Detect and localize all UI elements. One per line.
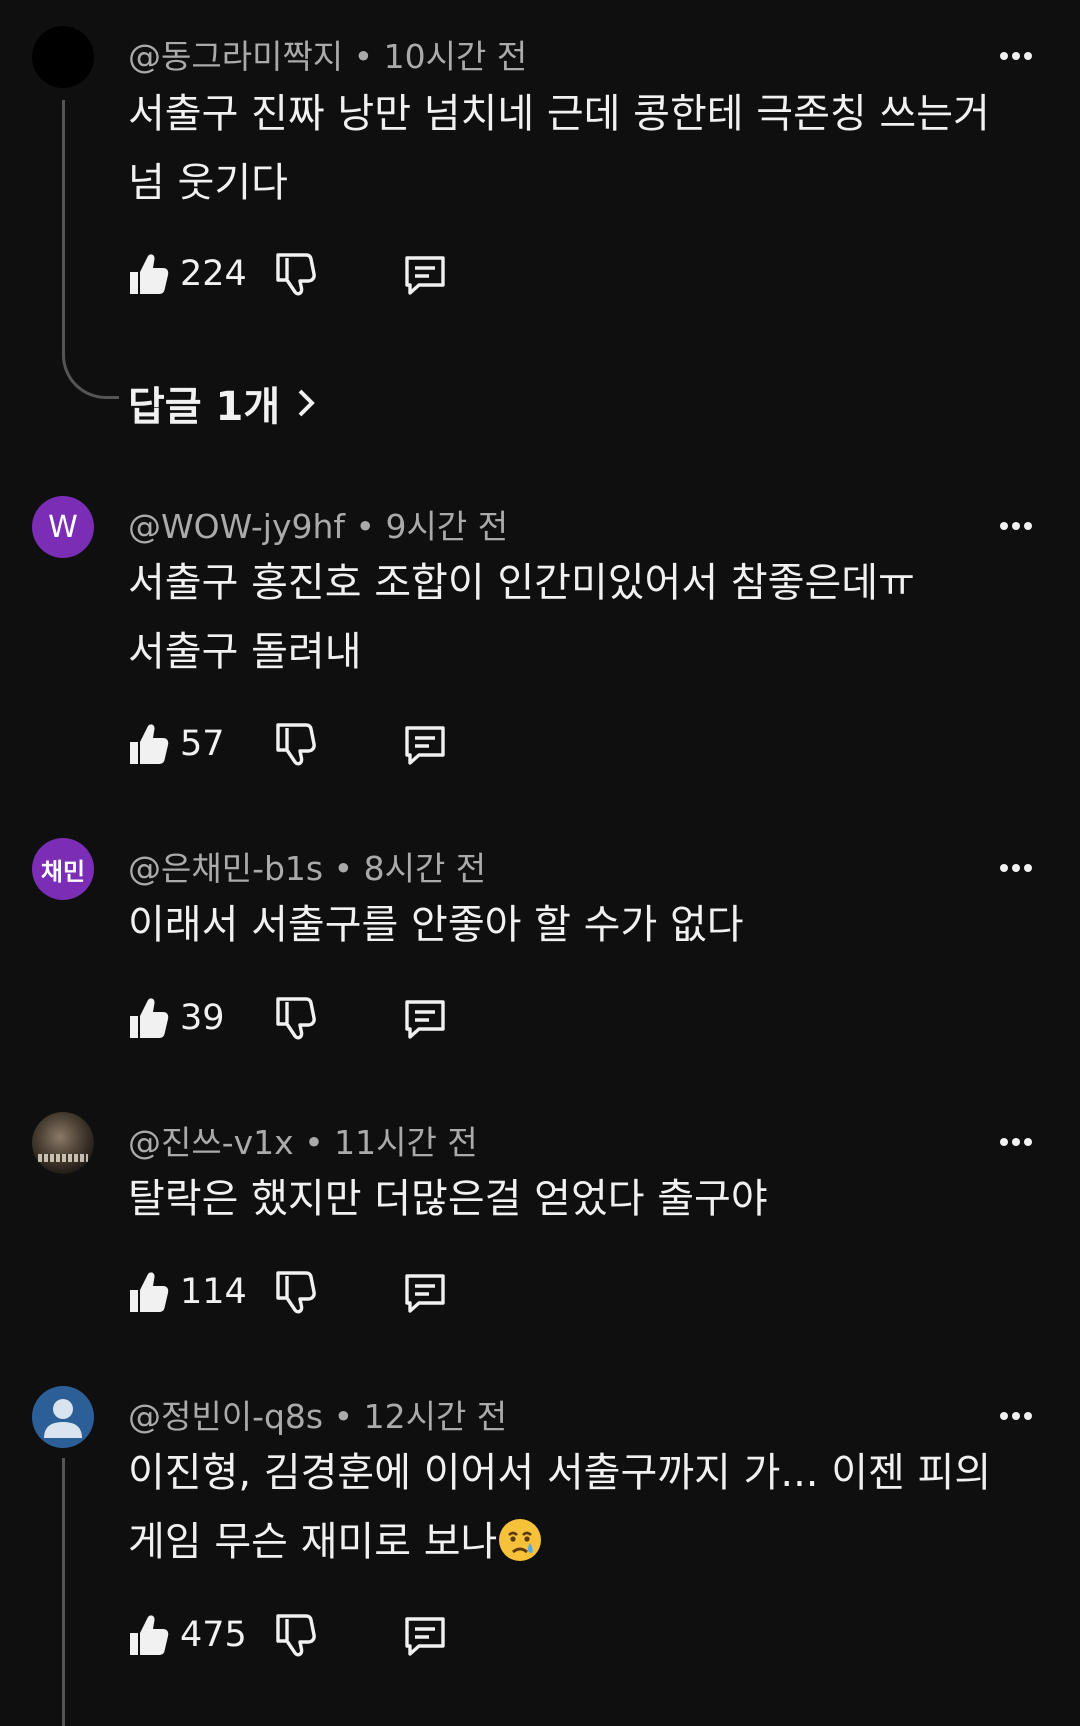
avatar[interactable]: [32, 1386, 94, 1448]
comment-text-line: 넘 웃기다: [128, 160, 288, 206]
avatar[interactable]: 채민: [32, 838, 94, 900]
crying-face-emoji-icon: [499, 1519, 542, 1561]
thread-line: [62, 1458, 65, 1726]
more-vertical-icon: [996, 36, 1036, 76]
author-name[interactable]: @정빈이-q8s: [128, 1397, 323, 1436]
avatar-photo-caption: [38, 1154, 88, 1162]
thumbs-up-icon[interactable]: [126, 994, 170, 1042]
view-replies-button[interactable]: 답글 1개: [128, 374, 318, 432]
more-vertical-icon: [996, 1396, 1036, 1436]
chevron-right-icon: [298, 389, 316, 417]
like-count: 475: [180, 1615, 247, 1655]
more-vertical-icon: [996, 1122, 1036, 1162]
thread-line: [62, 100, 119, 399]
more-options-button[interactable]: [996, 848, 1036, 888]
comment-reply-icon[interactable]: [402, 1270, 448, 1316]
comment-reply-icon[interactable]: [402, 722, 448, 768]
comment-text-line: 탈락은 했지만 더많은걸 얻었다 출구야: [128, 1176, 768, 1222]
comment-meta: @WOW-jy9hf • 9시간 전: [128, 500, 508, 548]
author-name[interactable]: @동그라미짝지: [128, 37, 343, 76]
comment-text: 서출구 진짜 낭만 넘치네 근데 콩한테 극존칭 쓰는거 넘 웃기다: [128, 80, 990, 218]
more-vertical-icon: [996, 848, 1036, 888]
like-count: 224: [180, 254, 247, 294]
more-options-button[interactable]: [996, 1122, 1036, 1162]
comment-text-line: 서출구 돌려내: [128, 629, 362, 675]
comment-actions: 114: [126, 1268, 486, 1318]
comment-text: 이진형, 김경훈에 이어서 서출구까지 가... 이젠 피의 게임 무슨 재미로…: [128, 1439, 991, 1577]
comment-text-line: 이래서 서출구를 안좋아 할 수가 없다: [128, 902, 744, 948]
like-count: 57: [180, 724, 225, 764]
more-options-button[interactable]: [996, 36, 1036, 76]
more-options-button[interactable]: [996, 506, 1036, 546]
comment-meta: @진쓰-v1x • 11시간 전: [128, 1116, 478, 1164]
comment-text: 서출구 홍진호 조합이 인간미있어서 참좋은데ㅠ 서출구 돌려내: [128, 549, 915, 687]
thumbs-up-icon[interactable]: [126, 1268, 170, 1316]
timestamp: 8시간 전: [363, 849, 487, 888]
timestamp: 12시간 전: [363, 1397, 508, 1436]
avatar-initial: 채민: [40, 857, 86, 886]
comment-actions: 57: [126, 720, 486, 770]
comment-meta: @정빈이-q8s • 12시간 전: [128, 1390, 507, 1438]
comment-reply-icon[interactable]: [402, 252, 448, 298]
comment-text: 탈락은 했지만 더많은걸 얻었다 출구야: [128, 1165, 768, 1234]
comment-text-line-with-emoji: 게임 무슨 재미로 보나: [128, 1508, 991, 1577]
thumbs-up-icon[interactable]: [126, 1611, 170, 1659]
thumbs-down-icon[interactable]: [272, 994, 316, 1042]
replies-label: 답글 1개: [128, 384, 281, 430]
avatar[interactable]: W: [32, 496, 94, 558]
comment-actions: 475: [126, 1611, 486, 1661]
meta-separator: •: [355, 507, 386, 546]
author-name[interactable]: @진쓰-v1x: [128, 1123, 294, 1162]
meta-separator: •: [304, 1123, 335, 1162]
meta-separator: •: [333, 849, 364, 888]
thumbs-up-icon[interactable]: [126, 720, 170, 768]
comment-text-line: 게임 무슨 재미로 보나: [128, 1519, 498, 1565]
comment-text-line: 서출구 진짜 낭만 넘치네 근데 콩한테 극존칭 쓰는거: [128, 91, 990, 137]
thumbs-down-icon[interactable]: [272, 720, 316, 768]
like-count: 114: [180, 1272, 247, 1312]
avatar[interactable]: [32, 26, 94, 88]
comment-text: 이래서 서출구를 안좋아 할 수가 없다: [128, 891, 744, 960]
comment-actions: 224: [126, 250, 486, 300]
comment-reply-icon[interactable]: [402, 996, 448, 1042]
comment-text-line: 이진형, 김경훈에 이어서 서출구까지 가... 이젠 피의: [128, 1450, 992, 1496]
timestamp: 10시간 전: [383, 37, 528, 76]
thumbs-up-icon[interactable]: [126, 250, 170, 298]
author-name[interactable]: @은채민-b1s: [128, 849, 323, 888]
comment-actions: 39: [126, 994, 486, 1044]
thumbs-down-icon[interactable]: [272, 1268, 316, 1316]
more-options-button[interactable]: [996, 1396, 1036, 1436]
more-vertical-icon: [996, 506, 1036, 546]
user-silhouette-icon: [44, 1399, 82, 1438]
like-count: 39: [180, 998, 225, 1038]
timestamp: 9시간 전: [385, 507, 509, 546]
comment-reply-icon[interactable]: [402, 1613, 448, 1659]
avatar[interactable]: [32, 1112, 94, 1174]
meta-separator: •: [333, 1397, 364, 1436]
timestamp: 11시간 전: [334, 1123, 478, 1162]
author-name[interactable]: @WOW-jy9hf: [128, 507, 345, 546]
meta-separator: •: [353, 37, 384, 76]
comment-meta: @동그라미짝지 • 10시간 전: [128, 30, 527, 78]
thumbs-down-icon[interactable]: [272, 1611, 316, 1659]
comment-text-line: 서출구 홍진호 조합이 인간미있어서 참좋은데ㅠ: [128, 560, 915, 606]
avatar-initial: W: [48, 509, 78, 545]
comment-meta: @은채민-b1s • 8시간 전: [128, 842, 486, 890]
thumbs-down-icon[interactable]: [272, 250, 316, 298]
